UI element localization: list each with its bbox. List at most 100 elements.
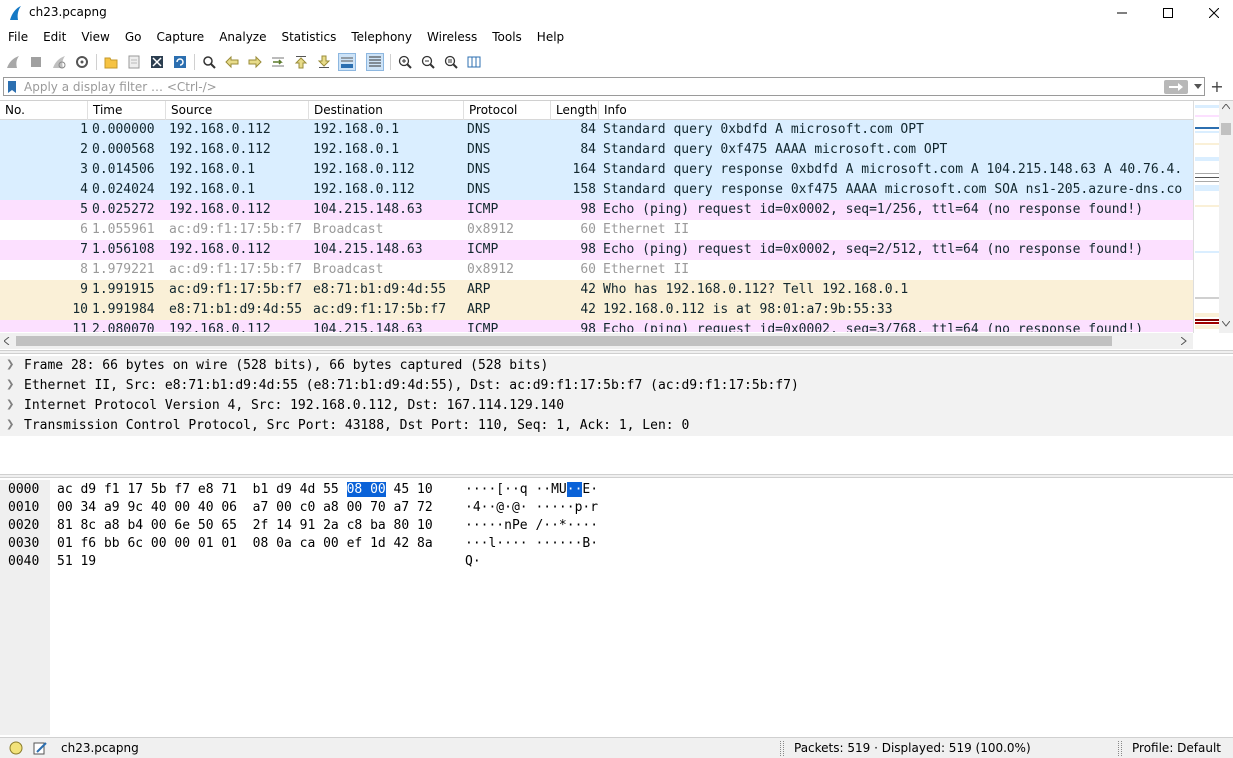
resize-columns-button[interactable] xyxy=(465,53,483,71)
packet-row[interactable]: 3 0.014506 192.168.0.1 192.168.0.112 DNS 164 S… xyxy=(0,160,1193,180)
reload-file-button[interactable] xyxy=(171,53,189,71)
find-packet-button[interactable] xyxy=(200,53,218,71)
zoom-out-button[interactable] xyxy=(419,53,437,71)
expert-info-icon[interactable] xyxy=(9,741,23,755)
menu-capture[interactable]: Capture xyxy=(148,28,211,48)
details-row-ethernet[interactable]: ❯ Ethernet II, Src: e8:71:b1:d9:4d:55 (e… xyxy=(0,376,1233,396)
column-header-source[interactable]: Source xyxy=(166,101,309,120)
ascii-bytes[interactable]: Q· xyxy=(465,554,481,569)
menu-go[interactable]: Go xyxy=(117,28,149,48)
hex-bytes[interactable]: 81 8c a8 b4 00 6e 50 65 2f 14 91 2a c8 b… xyxy=(57,518,433,533)
menu-view[interactable]: View xyxy=(73,28,116,48)
packet-list-horizontal-scrollbar[interactable] xyxy=(0,333,1193,349)
details-row-ipv4[interactable]: ❯ Internet Protocol Version 4, Src: 192.… xyxy=(0,396,1233,416)
close-file-button[interactable] xyxy=(148,53,166,71)
start-capture-button[interactable] xyxy=(4,53,22,71)
bytes-row[interactable]: 0020 81 8c a8 b4 00 6e 50 65 2f 14 91 2a… xyxy=(0,516,1233,534)
first-packet-button[interactable] xyxy=(292,53,310,71)
column-header-time[interactable]: Time xyxy=(88,101,166,120)
display-filter-input[interactable]: Apply a display filter … <Ctrl-/> xyxy=(24,80,217,94)
column-header-no[interactable]: No. xyxy=(0,101,88,120)
apply-filter-button[interactable] xyxy=(1164,80,1188,94)
details-row-tcp[interactable]: ❯ Transmission Control Protocol, Src Por… xyxy=(0,416,1233,436)
hex-bytes[interactable]: 51 19 xyxy=(57,554,96,569)
ascii-bytes[interactable]: ···l···· ······B· xyxy=(465,536,598,551)
packet-list-vertical-scrollbar[interactable] xyxy=(1219,101,1233,333)
hex-bytes[interactable]: ac d9 f1 17 5b f7 e8 71 b1 d9 4d 55 08 0… xyxy=(57,482,433,497)
packet-row[interactable]: 11 2.080070 192.168.0.112 104.215.148.63 ICM… xyxy=(0,320,1193,332)
hex-selection[interactable]: 08 00 xyxy=(346,482,386,497)
menu-wireless[interactable]: Wireless xyxy=(419,28,484,48)
display-filter-field[interactable]: Apply a display filter … <Ctrl-/> xyxy=(3,77,1205,96)
arrow-down-last-icon xyxy=(317,55,331,68)
zoom-in-button[interactable] xyxy=(396,53,414,71)
horizontal-scroll-thumb[interactable] xyxy=(16,336,1112,346)
minimize-button[interactable] xyxy=(1099,0,1145,26)
menu-edit[interactable]: Edit xyxy=(35,28,73,48)
bytes-row[interactable]: 0030 01 f6 bb 6c 00 00 01 01 08 0a ca 00… xyxy=(0,534,1233,552)
menu-telephony[interactable]: Telephony xyxy=(343,28,419,48)
vertical-scroll-thumb[interactable] xyxy=(1221,123,1231,135)
save-file-button[interactable] xyxy=(125,53,143,71)
menu-statistics[interactable]: Statistics xyxy=(273,28,343,48)
expand-chevron-icon[interactable]: ❯ xyxy=(6,419,14,430)
packet-cell-time: 0.000568 xyxy=(92,142,155,157)
packet-row[interactable]: 6 1.055961 ac:d9:f1:17:5b:f7 Broadcast 0x891… xyxy=(0,220,1193,240)
packet-minimap[interactable] xyxy=(1193,101,1219,333)
filter-history-dropdown[interactable] xyxy=(1192,80,1204,94)
details-row-frame[interactable]: ❯ Frame 28: 66 bytes on wire (528 bits),… xyxy=(0,356,1233,376)
packet-row[interactable]: 2 0.000568 192.168.0.112 192.168.0.1 DNS 84 St… xyxy=(0,140,1193,160)
column-header-protocol[interactable]: Protocol xyxy=(464,101,551,120)
packet-row[interactable]: 5 0.025272 192.168.0.112 104.215.148.63 ICMP… xyxy=(0,200,1193,220)
add-filter-button-icon[interactable]: + xyxy=(1208,77,1226,96)
maximize-button[interactable] xyxy=(1145,0,1191,26)
menu-help[interactable]: Help xyxy=(529,28,571,48)
last-packet-button[interactable] xyxy=(315,53,333,71)
column-header-destination[interactable]: Destination xyxy=(309,101,464,120)
scroll-down-icon[interactable] xyxy=(1222,321,1230,327)
column-header-length[interactable]: Length xyxy=(551,101,599,120)
autoscroll-button[interactable] xyxy=(338,53,356,71)
pane-splitter-bottom[interactable] xyxy=(0,474,1233,478)
go-to-packet-button[interactable] xyxy=(269,53,287,71)
column-header-info[interactable]: Info xyxy=(599,101,1193,120)
go-back-button[interactable] xyxy=(223,53,241,71)
expand-chevron-icon[interactable]: ❯ xyxy=(6,359,14,370)
open-file-button[interactable] xyxy=(102,53,120,71)
capture-comment-icon[interactable] xyxy=(33,741,47,755)
ascii-bytes[interactable]: ·····nPe /··*···· xyxy=(465,518,598,533)
packet-row[interactable]: 7 1.056108 192.168.0.112 104.215.148.63 ICMP… xyxy=(0,240,1193,260)
scroll-right-icon[interactable] xyxy=(1181,337,1187,345)
packet-row[interactable]: 4 0.024024 192.168.0.1 192.168.0.112 DNS 158 S… xyxy=(0,180,1193,200)
scroll-up-icon[interactable] xyxy=(1222,104,1230,110)
ascii-bytes[interactable]: ····[··q ··MU··E· xyxy=(465,482,598,497)
stop-capture-button[interactable] xyxy=(27,53,45,71)
menu-analyze[interactable]: Analyze xyxy=(211,28,273,48)
hex-bytes[interactable]: 00 34 a9 9c 40 00 40 06 a7 00 c0 a8 00 7… xyxy=(57,500,433,515)
menu-file[interactable]: File xyxy=(0,28,35,48)
close-button[interactable] xyxy=(1191,0,1233,26)
packet-row[interactable]: 9 1.991915 ac:d9:f1:17:5b:f7 e8:71:b1:d9:4d… xyxy=(0,280,1193,300)
bookmark-icon[interactable] xyxy=(6,80,18,94)
pane-splitter-top[interactable] xyxy=(0,350,1233,354)
scroll-left-icon[interactable] xyxy=(4,337,10,345)
bytes-row[interactable]: 0040 51 19 Q· xyxy=(0,552,1233,570)
menu-tools[interactable]: Tools xyxy=(484,28,529,48)
go-forward-button[interactable] xyxy=(246,53,264,71)
zoom-reset-button[interactable] xyxy=(442,53,460,71)
hex-bytes[interactable]: 01 f6 bb 6c 00 00 01 01 08 0a ca 00 ef 1… xyxy=(57,536,433,551)
packet-row[interactable]: 10 1.991984 e8:71:b1:d9:4d:55 ac:d9:f1:17:5… xyxy=(0,300,1193,320)
expand-chevron-icon[interactable]: ❯ xyxy=(6,399,14,410)
capture-options-button[interactable] xyxy=(73,53,91,71)
ascii-selection[interactable]: ·· xyxy=(566,482,583,497)
packet-cell-no: 4 xyxy=(80,182,88,197)
ascii-bytes[interactable]: ·4··@·@· ·····p·r xyxy=(465,500,598,515)
bytes-row[interactable]: 0000 ac d9 f1 17 5b f7 e8 71 b1 d9 4d 55… xyxy=(0,480,1233,498)
bytes-row[interactable]: 0010 00 34 a9 9c 40 00 40 06 a7 00 c0 a8… xyxy=(0,498,1233,516)
restart-capture-button[interactable] xyxy=(50,53,68,71)
expand-chevron-icon[interactable]: ❯ xyxy=(6,379,14,390)
colorize-button[interactable] xyxy=(366,53,384,71)
status-profile[interactable]: Profile: Default xyxy=(1132,741,1221,755)
packet-row[interactable]: 1 0.000000 192.168.0.112 192.168.0.1 DNS 84 St… xyxy=(0,120,1193,140)
packet-row[interactable]: 8 1.979221 ac:d9:f1:17:5b:f7 Broadcast 0x891… xyxy=(0,260,1193,280)
